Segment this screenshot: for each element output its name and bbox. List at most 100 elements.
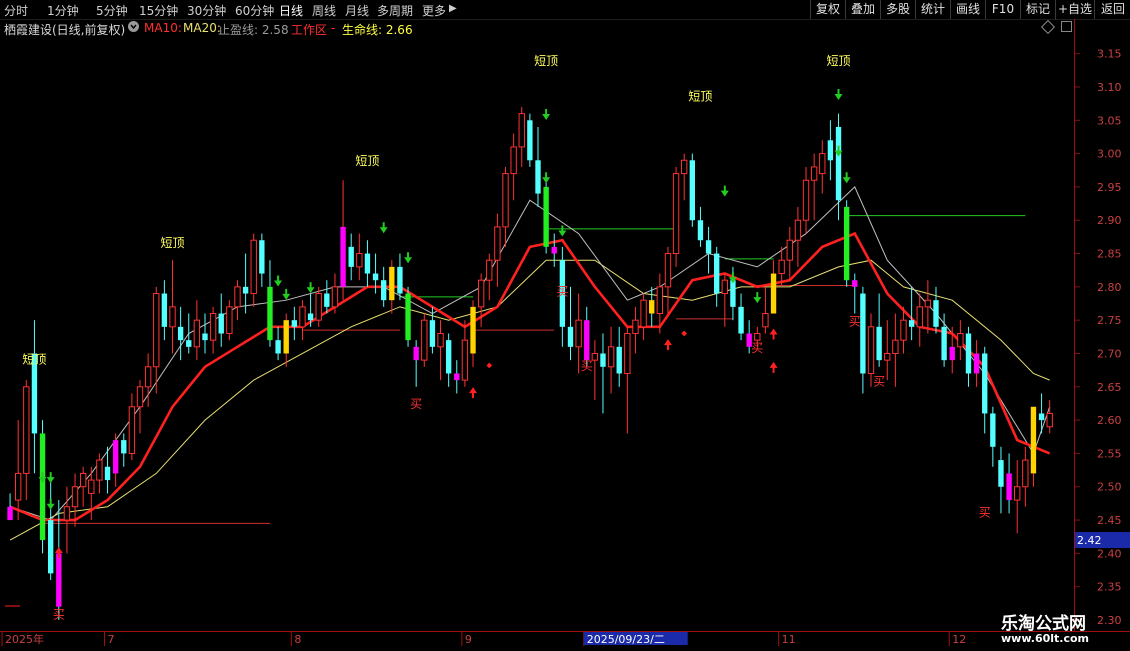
- sell-arrow-icon: [542, 108, 551, 120]
- buy-arrow-icon: [54, 547, 63, 559]
- kline-chart: 3.153.103.053.002.952.902.852.802.752.70…: [1, 48, 1130, 646]
- candle-body: [852, 280, 858, 287]
- candle-body: [754, 333, 761, 341]
- candle-body: [607, 346, 615, 368]
- candle-body: [867, 326, 875, 374]
- candle-body: [283, 320, 289, 354]
- candle-body: [291, 320, 298, 327]
- candle-body: [56, 553, 62, 607]
- sell-arrow-icon: [38, 472, 47, 484]
- candle-body: [340, 226, 346, 287]
- candle-body: [324, 293, 330, 307]
- candle-body: [860, 293, 866, 374]
- short-top-label: 短顶: [160, 236, 184, 250]
- candle-body: [380, 280, 387, 301]
- candle-body: [794, 219, 802, 241]
- candle-body: [721, 279, 728, 295]
- sell-arrow-icon: [720, 185, 729, 197]
- candle-body: [705, 240, 712, 254]
- candle-body: [957, 333, 964, 348]
- watermark-title: 乐淘公式网: [1001, 614, 1086, 634]
- candle-body: [153, 293, 160, 368]
- candle-body: [649, 300, 655, 314]
- candle-body: [518, 113, 525, 148]
- candle-body: [39, 433, 46, 541]
- candle-body: [786, 239, 793, 261]
- sell-arrow-icon: [404, 252, 413, 264]
- candle-body: [112, 440, 119, 474]
- sell-arrow-icon: [834, 145, 843, 157]
- candle-body: [933, 300, 939, 327]
- candle-body: [461, 339, 469, 381]
- candle-body: [389, 266, 395, 301]
- candle-body: [144, 366, 152, 388]
- candle-body: [88, 479, 95, 494]
- candle-body: [575, 319, 582, 348]
- candle-body: [63, 506, 71, 521]
- candle-body: [584, 320, 590, 361]
- candle-body: [15, 472, 22, 501]
- buy-label: 买: [556, 285, 568, 299]
- candle-body: [1022, 459, 1029, 488]
- short-top-label: 短顶: [355, 154, 379, 168]
- candle-body: [810, 166, 818, 181]
- candle-body: [973, 353, 980, 374]
- candle-body: [348, 246, 354, 267]
- candle-body: [632, 319, 639, 335]
- candle-body: [664, 253, 672, 288]
- buy-label: 买: [849, 315, 861, 329]
- candle-body: [908, 320, 915, 327]
- candle-body: [802, 179, 810, 221]
- candle-body: [477, 279, 485, 308]
- candle-body: [835, 126, 842, 201]
- candle-body: [177, 326, 184, 341]
- candle-body: [924, 299, 932, 308]
- candle-body: [437, 333, 444, 348]
- candle-body: [965, 333, 972, 374]
- candle-body: [315, 293, 322, 321]
- candle-body: [738, 306, 744, 334]
- candle-body: [470, 306, 476, 354]
- candle-body: [543, 186, 549, 247]
- candle-body: [510, 146, 517, 175]
- candle-body: [218, 313, 224, 334]
- candle-body: [307, 313, 314, 321]
- candle-body: [535, 160, 541, 194]
- short-top-label: 短顶: [688, 89, 712, 103]
- candle-body: [900, 319, 907, 341]
- candle-body: [714, 253, 720, 294]
- buy-arrow-icon: [769, 361, 778, 373]
- buy-label: 买: [873, 374, 885, 388]
- buy-label: 买: [581, 359, 593, 373]
- candle-body: [242, 286, 249, 294]
- sell-arrow-icon: [834, 88, 843, 100]
- candle-body: [697, 220, 704, 241]
- candle-body: [527, 120, 533, 161]
- candle-body: [234, 286, 241, 308]
- sell-arrow-icon: [306, 282, 315, 294]
- candle-body: [600, 353, 606, 367]
- candle-body: [356, 253, 363, 268]
- candle-body: [1014, 486, 1021, 501]
- buy-arrow-icon: [469, 387, 478, 399]
- candle-body: [275, 340, 281, 354]
- candle-body: [23, 386, 30, 474]
- candle-body: [397, 266, 403, 294]
- candle-body: [551, 246, 557, 254]
- candle-body: [405, 293, 411, 341]
- candle-body: [136, 386, 144, 408]
- signal-dot-icon: [681, 330, 688, 337]
- price-axis: [1074, 19, 1130, 631]
- candle-body: [998, 460, 1004, 487]
- candle-body: [47, 520, 54, 574]
- buy-label: 买: [53, 608, 65, 622]
- short-top-label: 短顶: [22, 352, 46, 366]
- candle-body: [827, 140, 834, 161]
- candle-body: [778, 259, 785, 275]
- candle-body: [689, 160, 696, 221]
- candle-body: [96, 459, 103, 481]
- candle-body: [121, 440, 127, 454]
- candle-body: [892, 339, 899, 354]
- candle-body: [209, 313, 217, 341]
- candle-body: [331, 286, 339, 308]
